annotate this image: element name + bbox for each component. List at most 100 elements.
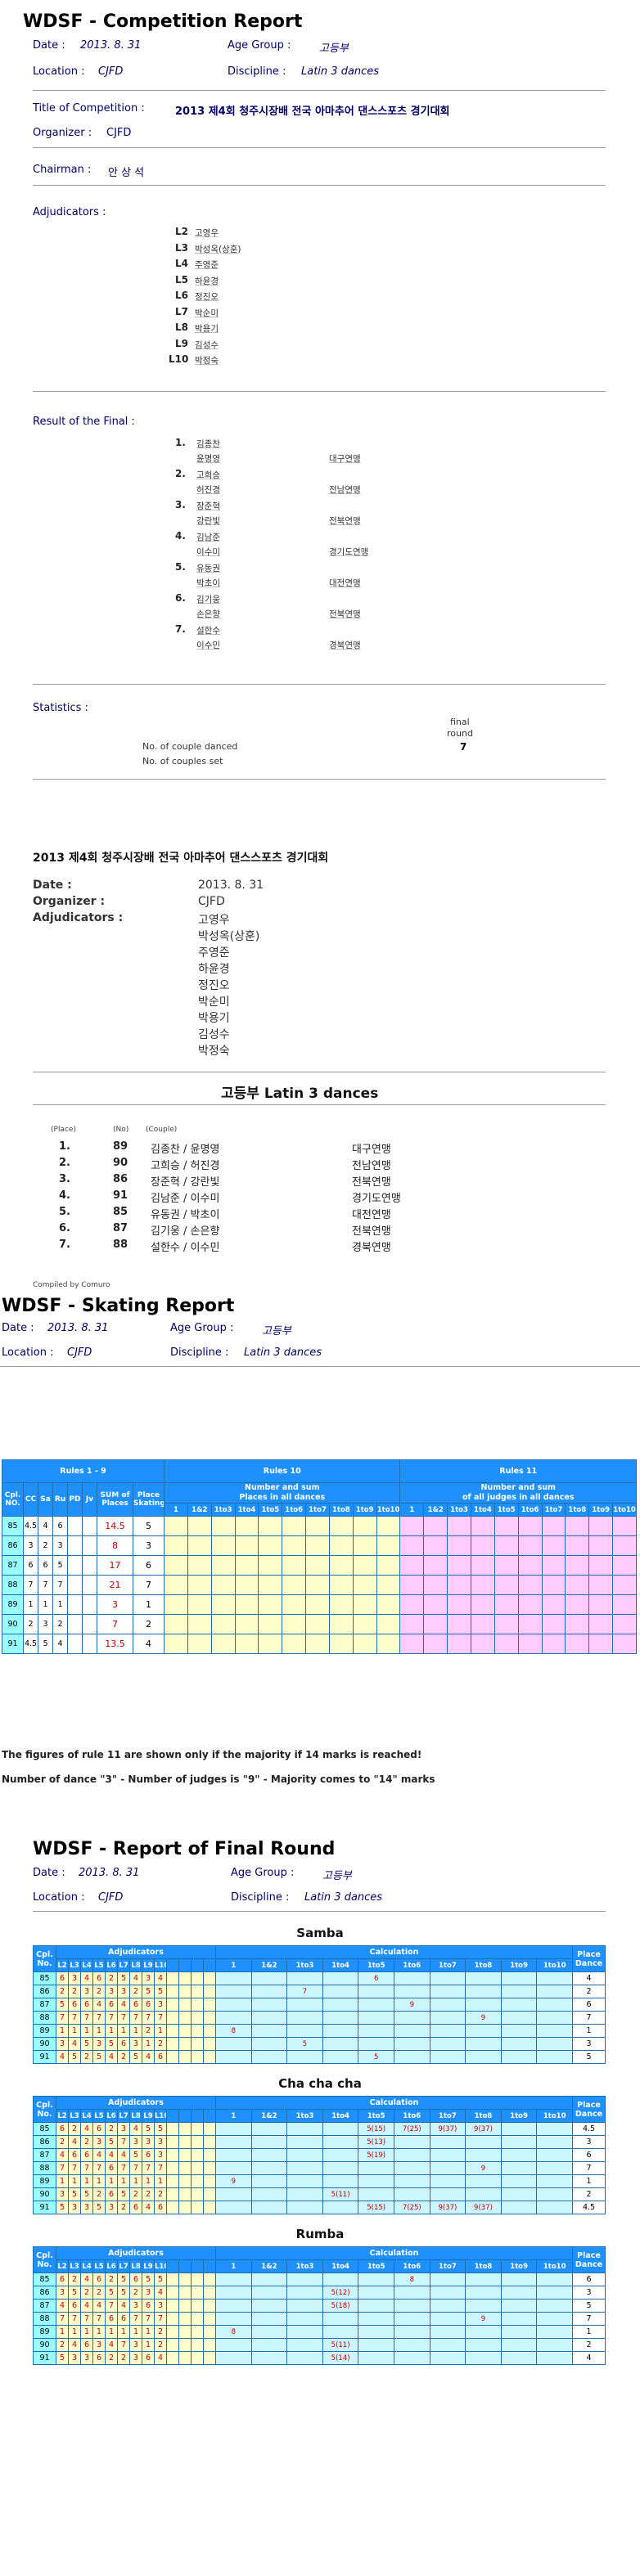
calc-cell (500, 1971, 538, 1985)
discipline-value: Latin 3 dances (301, 65, 380, 78)
empty-mark (166, 2286, 179, 2300)
judge-col-header: L6 (105, 1958, 118, 1972)
rule11-cell (471, 1555, 495, 1576)
final-woman: 윤명영 (196, 454, 220, 464)
couple-number: 87 (33, 1998, 56, 2012)
rank-col-header: 1to7 (305, 1503, 330, 1517)
kr-heading: 고등부 Latin 3 dances (221, 1086, 379, 1102)
calc-col-header: 1to6 (394, 2109, 430, 2123)
rule11-cell (541, 1575, 566, 1595)
calc-cell (500, 2286, 538, 2300)
cpl-header: Cpl. No. (33, 2246, 56, 2273)
calc-col-header: 1 (215, 2109, 252, 2123)
calc-cell (358, 2174, 394, 2188)
judge-mark: 4 (68, 2338, 81, 2352)
judge-mark: 4 (129, 1971, 142, 1985)
empty-mark (166, 1985, 179, 1998)
calc-cell (429, 1985, 466, 1998)
calc-cell (215, 1998, 252, 2012)
rumba-place: 1 (52, 1594, 68, 1615)
calc-cell (394, 2351, 430, 2365)
dance-name: Samba (296, 1926, 344, 1940)
couple-number: 87 (33, 2148, 56, 2162)
empty-mark (178, 2338, 192, 2352)
adjudicator-name: 정진오 (195, 292, 219, 302)
judge-mark: 7 (154, 2161, 167, 2175)
rumba-place: 6 (52, 1516, 68, 1536)
place-dance: 3 (572, 2037, 606, 2051)
judge-mark: 1 (105, 2174, 118, 2188)
calc-cell (215, 2312, 252, 2326)
place-dance: 4 (572, 2351, 606, 2365)
judge-col-header: L7 (117, 2109, 130, 2123)
empty-mark (191, 2050, 204, 2064)
sum-value: 8 (112, 1540, 118, 1551)
judge-col-header: L9 (142, 1958, 155, 1972)
final-man: 유동권 (196, 564, 220, 573)
rank-col-header: 1&2 (187, 1503, 212, 1517)
calc-cell (465, 2024, 502, 2038)
calc-col-header: 1 (215, 1958, 252, 1972)
divider (33, 1911, 606, 1912)
rules-10-sub1: Number and sum (245, 1483, 320, 1493)
empty-mark (166, 2187, 179, 2201)
kr-org-value: CJFD (198, 895, 225, 908)
judge-mark: 7 (117, 2338, 130, 2352)
empty-mark (178, 2135, 192, 2149)
kr-club: 경북연맹 (352, 1242, 391, 1254)
calc-cell (465, 2037, 502, 2051)
skating-table: Rules 1 - 9 Rules 10 Rules 11 Cpl. NO. CC Sa R… (1, 1459, 637, 1654)
place-dance: 6 (572, 2148, 606, 2162)
empty-mark (178, 1998, 192, 2012)
final-club: 경북연맹 (329, 641, 361, 650)
rule10-cell (258, 1535, 283, 1556)
rule10-cell (282, 1516, 307, 1536)
calc-cell (286, 2325, 323, 2339)
place-skating: 7 (132, 1575, 165, 1595)
couple-number: 88 (33, 2312, 56, 2326)
jive-place (82, 1575, 97, 1595)
judge-mark: 4 (154, 2351, 167, 2365)
judge-col-header: L4 (80, 1958, 93, 1972)
calc-cell (286, 1998, 323, 2012)
rule10-cell (328, 1516, 354, 1536)
judge-mark: 5 (129, 2050, 142, 2064)
rule10-cell (258, 1575, 283, 1595)
rule10-cell (376, 1594, 401, 1615)
kr-place: 5. (59, 1206, 70, 1218)
judge-mark: 3 (56, 2187, 69, 2201)
judge-mark: 1 (129, 2174, 142, 2188)
place-value: 2 (146, 1619, 152, 1630)
final-place: 6. (175, 592, 186, 604)
judge-mark: 6 (129, 2273, 142, 2286)
judge-mark: 5 (117, 1971, 130, 1985)
pasodoble-place (67, 1555, 83, 1576)
judge-mark: 2 (129, 1985, 142, 1998)
judge-mark: 5 (80, 2037, 93, 2051)
judge-mark: 1 (92, 2024, 106, 2038)
calc-cell (322, 2273, 359, 2286)
calc-cell (394, 2135, 430, 2149)
empty-mark (178, 2201, 192, 2214)
rule11-cell (399, 1594, 425, 1615)
rank-col-header: 1to6 (517, 1503, 543, 1517)
rule11-cell (517, 1516, 543, 1536)
final-man: 고희승 (196, 470, 220, 480)
couple-number: 91 (33, 2351, 56, 2365)
calc-cell (465, 2351, 502, 2365)
kr-adjudicator-name: 김성수 (198, 1028, 230, 1041)
judge-col-header: L5 (92, 2259, 106, 2273)
judge-mark: 4 (117, 1998, 130, 2012)
empty-mark (178, 2174, 192, 2188)
rules-11-sub2: of all judges in all dances (462, 1493, 575, 1502)
judge-col-header: L2 (56, 2259, 69, 2273)
adjudicator-name: 박용기 (195, 324, 219, 334)
samba-place: 2 (38, 1535, 53, 1556)
empty-mark (166, 2174, 179, 2188)
calc-cell (500, 1985, 538, 1998)
rule10-cell (328, 1535, 354, 1556)
rule10-cell (376, 1535, 401, 1556)
empty-mark (178, 2325, 192, 2339)
dance-name: Cha cha cha (278, 2076, 362, 2091)
calc-col-header: 1to4 (322, 2109, 359, 2123)
